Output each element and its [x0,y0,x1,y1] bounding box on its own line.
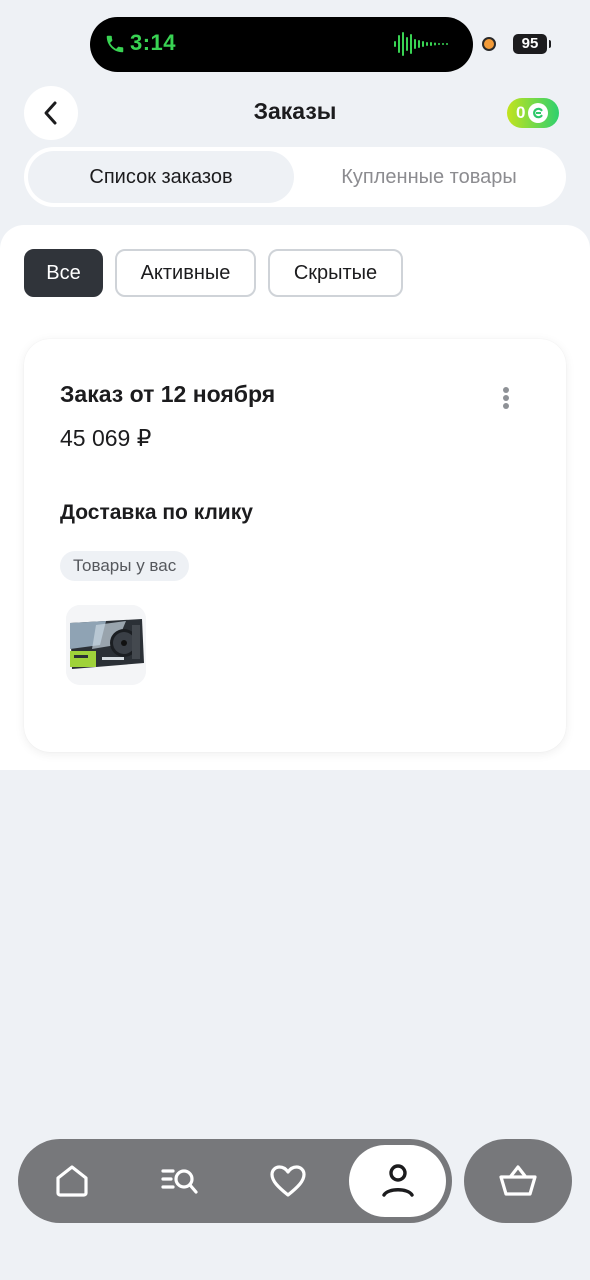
orders-panel: Все Активные Скрытые Заказ от 12 ноября … [0,225,590,770]
recording-indicator [482,37,496,51]
dot-icon [503,403,509,409]
filter-hidden[interactable]: Скрытые [268,249,403,297]
filter-all[interactable]: Все [24,249,103,297]
bonus-count: 0 [516,103,526,122]
catalog-search-icon [161,1169,198,1194]
home-icon [56,1165,88,1197]
battery-indicator: 95 [513,34,551,54]
basket-icon [499,1165,537,1196]
clock-time: 3:14 [130,30,177,55]
delivery-type: Доставка по клику [60,501,253,524]
profile-icon [381,1164,414,1197]
dot-icon [503,387,509,393]
filter-active[interactable]: Активные [115,249,256,297]
nav-favorites[interactable] [234,1139,342,1223]
heart-icon [270,1165,306,1197]
tab-order-list[interactable]: Список заказов [28,151,294,203]
phone-call-icon [106,35,124,53]
more-options-button[interactable] [496,383,516,413]
bonus-coin-icon [528,103,549,123]
dynamic-island[interactable]: 3:14 [90,17,473,72]
audio-wave-icon [394,32,448,56]
tab-purchased-items[interactable]: Купленные товары [296,151,562,203]
order-card[interactable]: Заказ от 12 ноября 45 069 ₽ Доставка по … [24,339,566,752]
orders-view-switch: Список заказов Купленные товары [24,147,566,207]
nav-home[interactable] [18,1139,126,1223]
graphics-card-image [66,605,146,685]
orders-screen: 3:14 95 Заказы 0 Список заказов Купленны… [0,0,590,1280]
page-title: Заказы [253,98,337,124]
order-price: 45 069 ₽ [60,425,152,451]
status-badge: Товары у вас [60,551,190,581]
order-title: Заказ от 12 ноября [60,381,276,407]
dot-icon [503,395,509,401]
bottom-nav [18,1139,452,1223]
product-thumbnail[interactable] [66,605,146,685]
cart-button[interactable] [464,1139,572,1223]
bonus-badge[interactable]: 0 [507,98,559,128]
nav-catalog[interactable] [126,1139,234,1223]
nav-profile[interactable] [349,1145,446,1217]
